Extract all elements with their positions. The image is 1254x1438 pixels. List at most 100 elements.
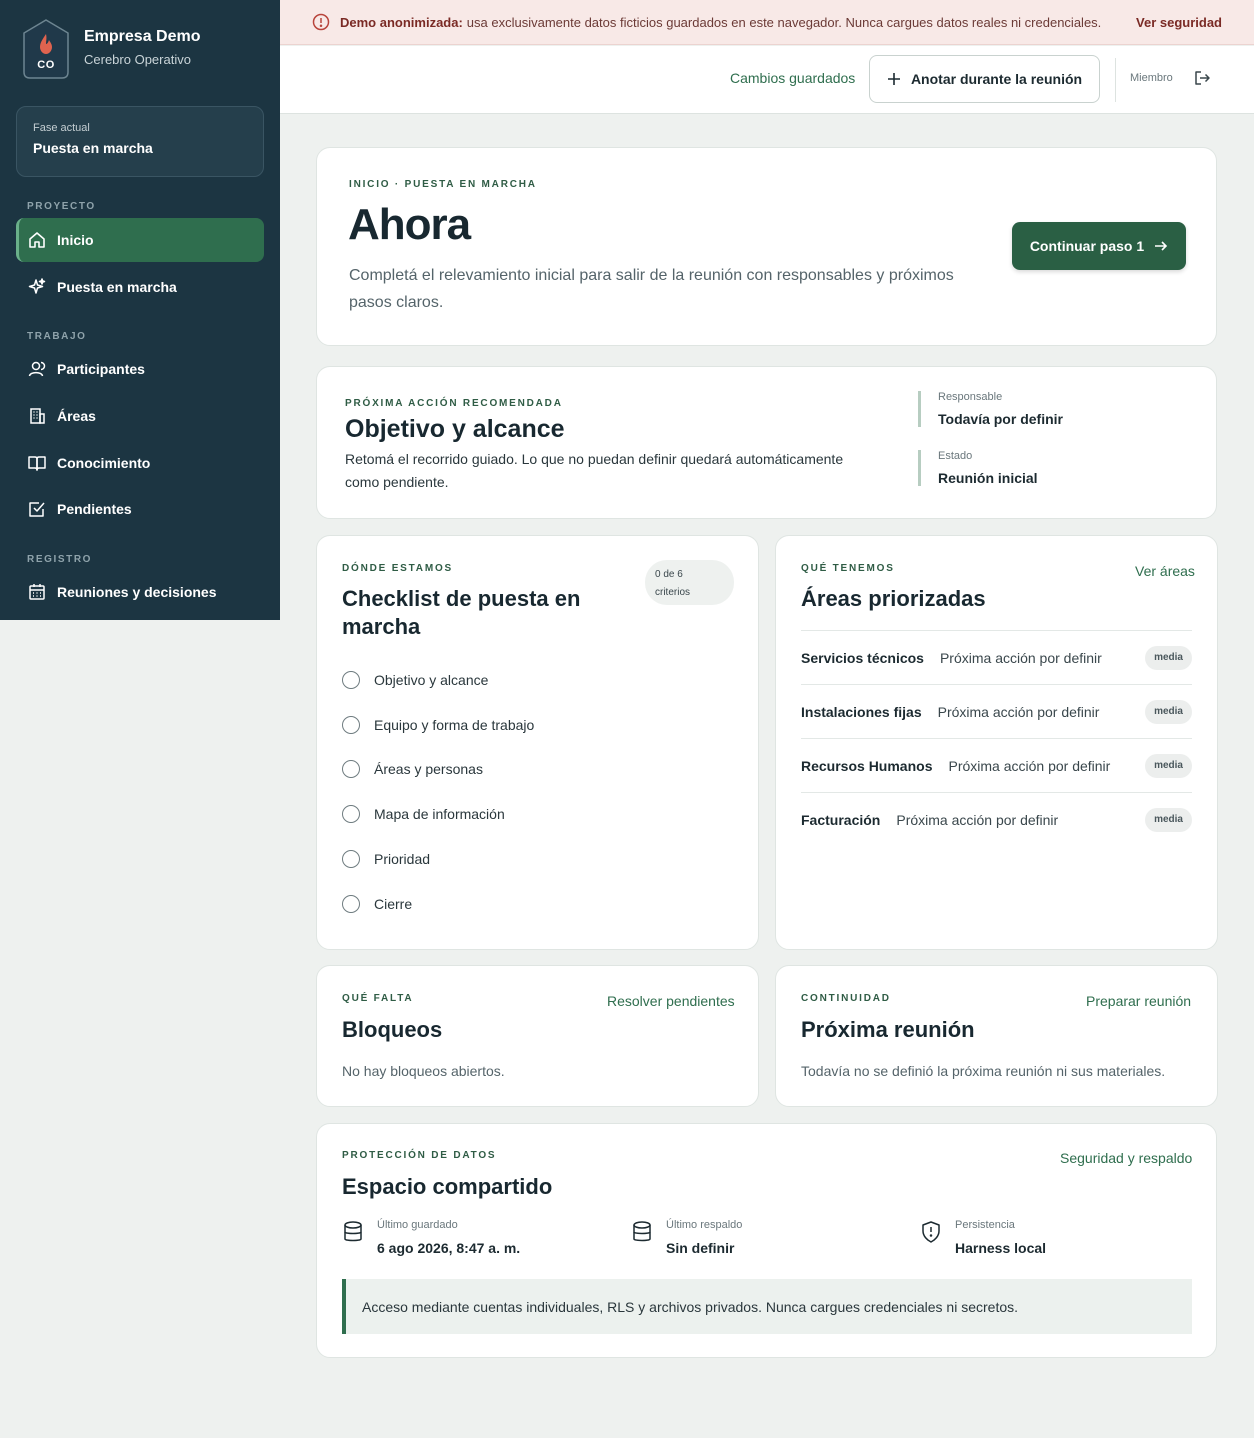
banner-text: usa exclusivamente datos ficticios guard… bbox=[466, 14, 1102, 30]
criteria-count: 0 de 6 bbox=[655, 569, 683, 580]
checklist-item[interactable]: Cierre bbox=[342, 895, 412, 913]
area-row[interactable]: Instalaciones fijas Próxima acción por d… bbox=[801, 684, 1192, 738]
area-row[interactable]: Servicios técnicos Próxima acción por de… bbox=[801, 630, 1192, 684]
area-action: Próxima acción por definir bbox=[937, 703, 1100, 720]
cta-label: Continuar paso 1 bbox=[1029, 238, 1145, 254]
area-name: Servicios técnicos bbox=[801, 649, 924, 666]
area-action: Próxima acción por definir bbox=[939, 649, 1102, 666]
checklist-item[interactable]: Equipo y forma de trabajo bbox=[342, 716, 534, 734]
brand-initials: CO bbox=[37, 59, 55, 71]
annotate-meeting-button[interactable]: Anotar durante la reunión bbox=[869, 55, 1100, 103]
prepare-meeting-link[interactable]: Preparar reunión bbox=[1086, 993, 1191, 1009]
areas-title: Áreas priorizadas bbox=[801, 586, 986, 611]
calendar-icon bbox=[27, 582, 47, 602]
criteria-count-badge: 0 de 6 criterios bbox=[645, 560, 734, 605]
area-row[interactable]: Facturación Próxima acción por definir m… bbox=[801, 792, 1192, 846]
last-backup-value: Sin definir bbox=[666, 1240, 735, 1256]
area-row[interactable]: Recursos Humanos Próxima acción por defi… bbox=[801, 738, 1192, 792]
banner-bold: Demo anonimizada: bbox=[340, 14, 463, 30]
radio-circle bbox=[342, 895, 360, 913]
data-kicker: PROTECCIÓN DE DATOS bbox=[342, 1150, 497, 1161]
checklist-item[interactable]: Objetivo y alcance bbox=[342, 671, 488, 689]
last-backup: Último respaldo Sin definir bbox=[631, 1219, 742, 1256]
sidebar-item-label: Áreas bbox=[57, 408, 96, 424]
last-saved: Último guardado 6 ago 2026, 8:47 a. m. bbox=[342, 1219, 520, 1256]
current-phase: Fase actual Puesta en marcha bbox=[16, 106, 264, 177]
status-label: Estado bbox=[938, 450, 973, 462]
owner-value: Todavía por definir bbox=[938, 411, 1063, 427]
view-areas-link[interactable]: Ver áreas bbox=[1135, 563, 1195, 579]
sidebar-item-label: Reuniones y decisiones bbox=[57, 584, 217, 600]
area-action: Próxima acción por definir bbox=[896, 811, 1059, 828]
sidebar-item-puesta-en-marcha[interactable]: Puesta en marcha bbox=[16, 265, 264, 309]
checklist-item-label: Equipo y forma de trabajo bbox=[374, 717, 535, 733]
last-saved-label: Último guardado bbox=[377, 1219, 458, 1231]
criteria-unit: criterios bbox=[655, 587, 691, 598]
brand-subtitle: Cerebro Operativo bbox=[84, 51, 191, 67]
priority-badge: media bbox=[1145, 646, 1192, 670]
sidebar: CO Empresa Demo Cerebro Operativo Fase a… bbox=[0, 0, 280, 620]
checklist-item[interactable]: Prioridad bbox=[342, 850, 430, 868]
meeting-description: Todavía no se definió la próxima reunión… bbox=[801, 1063, 1166, 1079]
radio-circle bbox=[342, 805, 360, 823]
sidebar-item-participantes[interactable]: Participantes bbox=[16, 347, 264, 391]
checklist-item[interactable]: Áreas y personas bbox=[342, 760, 483, 778]
database-icon bbox=[342, 1220, 364, 1244]
sidebar-item-label: Inicio bbox=[57, 232, 94, 248]
next-meeting-card: CONTINUIDAD Próxima reunión Preparar reu… bbox=[775, 965, 1218, 1107]
sidebar-item-label: Participantes bbox=[57, 361, 145, 377]
priority-badge: media bbox=[1145, 808, 1192, 832]
persistence-label: Persistencia bbox=[955, 1219, 1015, 1231]
checklist-card: DÓNDE ESTAMOS Checklist de puesta en mar… bbox=[316, 535, 759, 950]
radio-circle bbox=[342, 760, 360, 778]
persistence-value: Harness local bbox=[955, 1240, 1047, 1256]
brand-name: Empresa Demo bbox=[84, 27, 201, 45]
brand-logo: CO bbox=[22, 18, 70, 79]
checklist-title: Checklist de puesta en marcha bbox=[342, 586, 581, 639]
access-notice-text: Acceso mediante cuentas individuales, RL… bbox=[362, 1298, 1019, 1315]
continue-step-button[interactable]: Continuar paso 1 bbox=[1012, 222, 1186, 270]
meeting-kicker: CONTINUIDAD bbox=[801, 993, 891, 1004]
sidebar-item-conocimiento[interactable]: Conocimiento bbox=[16, 441, 264, 485]
hero-card: INICIO · PUESTA EN MARCHA Ahora Completá… bbox=[316, 147, 1217, 346]
areas-card: QUÉ TENEMOS Áreas priorizadas Ver áreas … bbox=[775, 535, 1218, 950]
data-protection-card: PROTECCIÓN DE DATOS Espacio compartido S… bbox=[316, 1123, 1217, 1358]
data-title: Espacio compartido bbox=[342, 1174, 553, 1199]
shield-icon bbox=[920, 1220, 942, 1244]
sidebar-item-label: Conocimiento bbox=[57, 455, 151, 471]
save-status: Cambios guardados bbox=[730, 70, 856, 86]
section-label-registro: REGISTRO bbox=[27, 554, 93, 565]
checkbox-icon bbox=[27, 499, 47, 519]
sidebar-item-reuniones[interactable]: Reuniones y decisiones bbox=[16, 570, 264, 614]
sidebar-item-label: Pendientes bbox=[57, 501, 132, 517]
brand[interactable]: CO Empresa Demo Cerebro Operativo bbox=[22, 18, 201, 79]
page-title: Ahora bbox=[348, 200, 471, 249]
checklist-item-label: Prioridad bbox=[374, 851, 431, 867]
sidebar-item-pendientes[interactable]: Pendientes bbox=[16, 487, 264, 531]
radio-circle bbox=[342, 671, 360, 689]
access-notice: Acceso mediante cuentas individuales, RL… bbox=[342, 1279, 1192, 1334]
next-action-card: PRÓXIMA ACCIÓN RECOMENDADA Objetivo y al… bbox=[316, 366, 1217, 519]
resolve-pending-link[interactable]: Resolver pendientes bbox=[607, 993, 735, 1009]
database-icon bbox=[631, 1220, 653, 1244]
blocks-card: QUÉ FALTA Bloqueos Resolver pendientes N… bbox=[316, 965, 759, 1107]
persistence: Persistencia Harness local bbox=[920, 1219, 1046, 1256]
checklist-item-label: Objetivo y alcance bbox=[374, 672, 489, 688]
divider bbox=[1115, 58, 1116, 102]
checklist-item[interactable]: Mapa de información bbox=[342, 805, 505, 823]
priority-badge: media bbox=[1145, 700, 1192, 724]
hero-kicker: INICIO · PUESTA EN MARCHA bbox=[349, 179, 537, 190]
radio-circle bbox=[342, 716, 360, 734]
owner-meta: Responsable Todavía por definir bbox=[918, 391, 1063, 427]
sidebar-item-inicio[interactable]: Inicio bbox=[16, 218, 264, 262]
next-action-kicker: PRÓXIMA ACCIÓN RECOMENDADA bbox=[345, 398, 563, 409]
status-value: Reunión inicial bbox=[938, 470, 1038, 486]
sidebar-item-areas[interactable]: Áreas bbox=[16, 394, 264, 438]
last-backup-label: Último respaldo bbox=[666, 1219, 743, 1231]
view-security-link[interactable]: Ver seguridad bbox=[1136, 15, 1222, 30]
logout-icon[interactable] bbox=[1193, 69, 1211, 87]
annotate-label: Anotar durante la reunión bbox=[910, 71, 1083, 87]
user-icon bbox=[27, 359, 47, 379]
security-backup-link[interactable]: Seguridad y respaldo bbox=[1060, 1150, 1192, 1166]
checklist-item-label: Áreas y personas bbox=[374, 761, 483, 777]
